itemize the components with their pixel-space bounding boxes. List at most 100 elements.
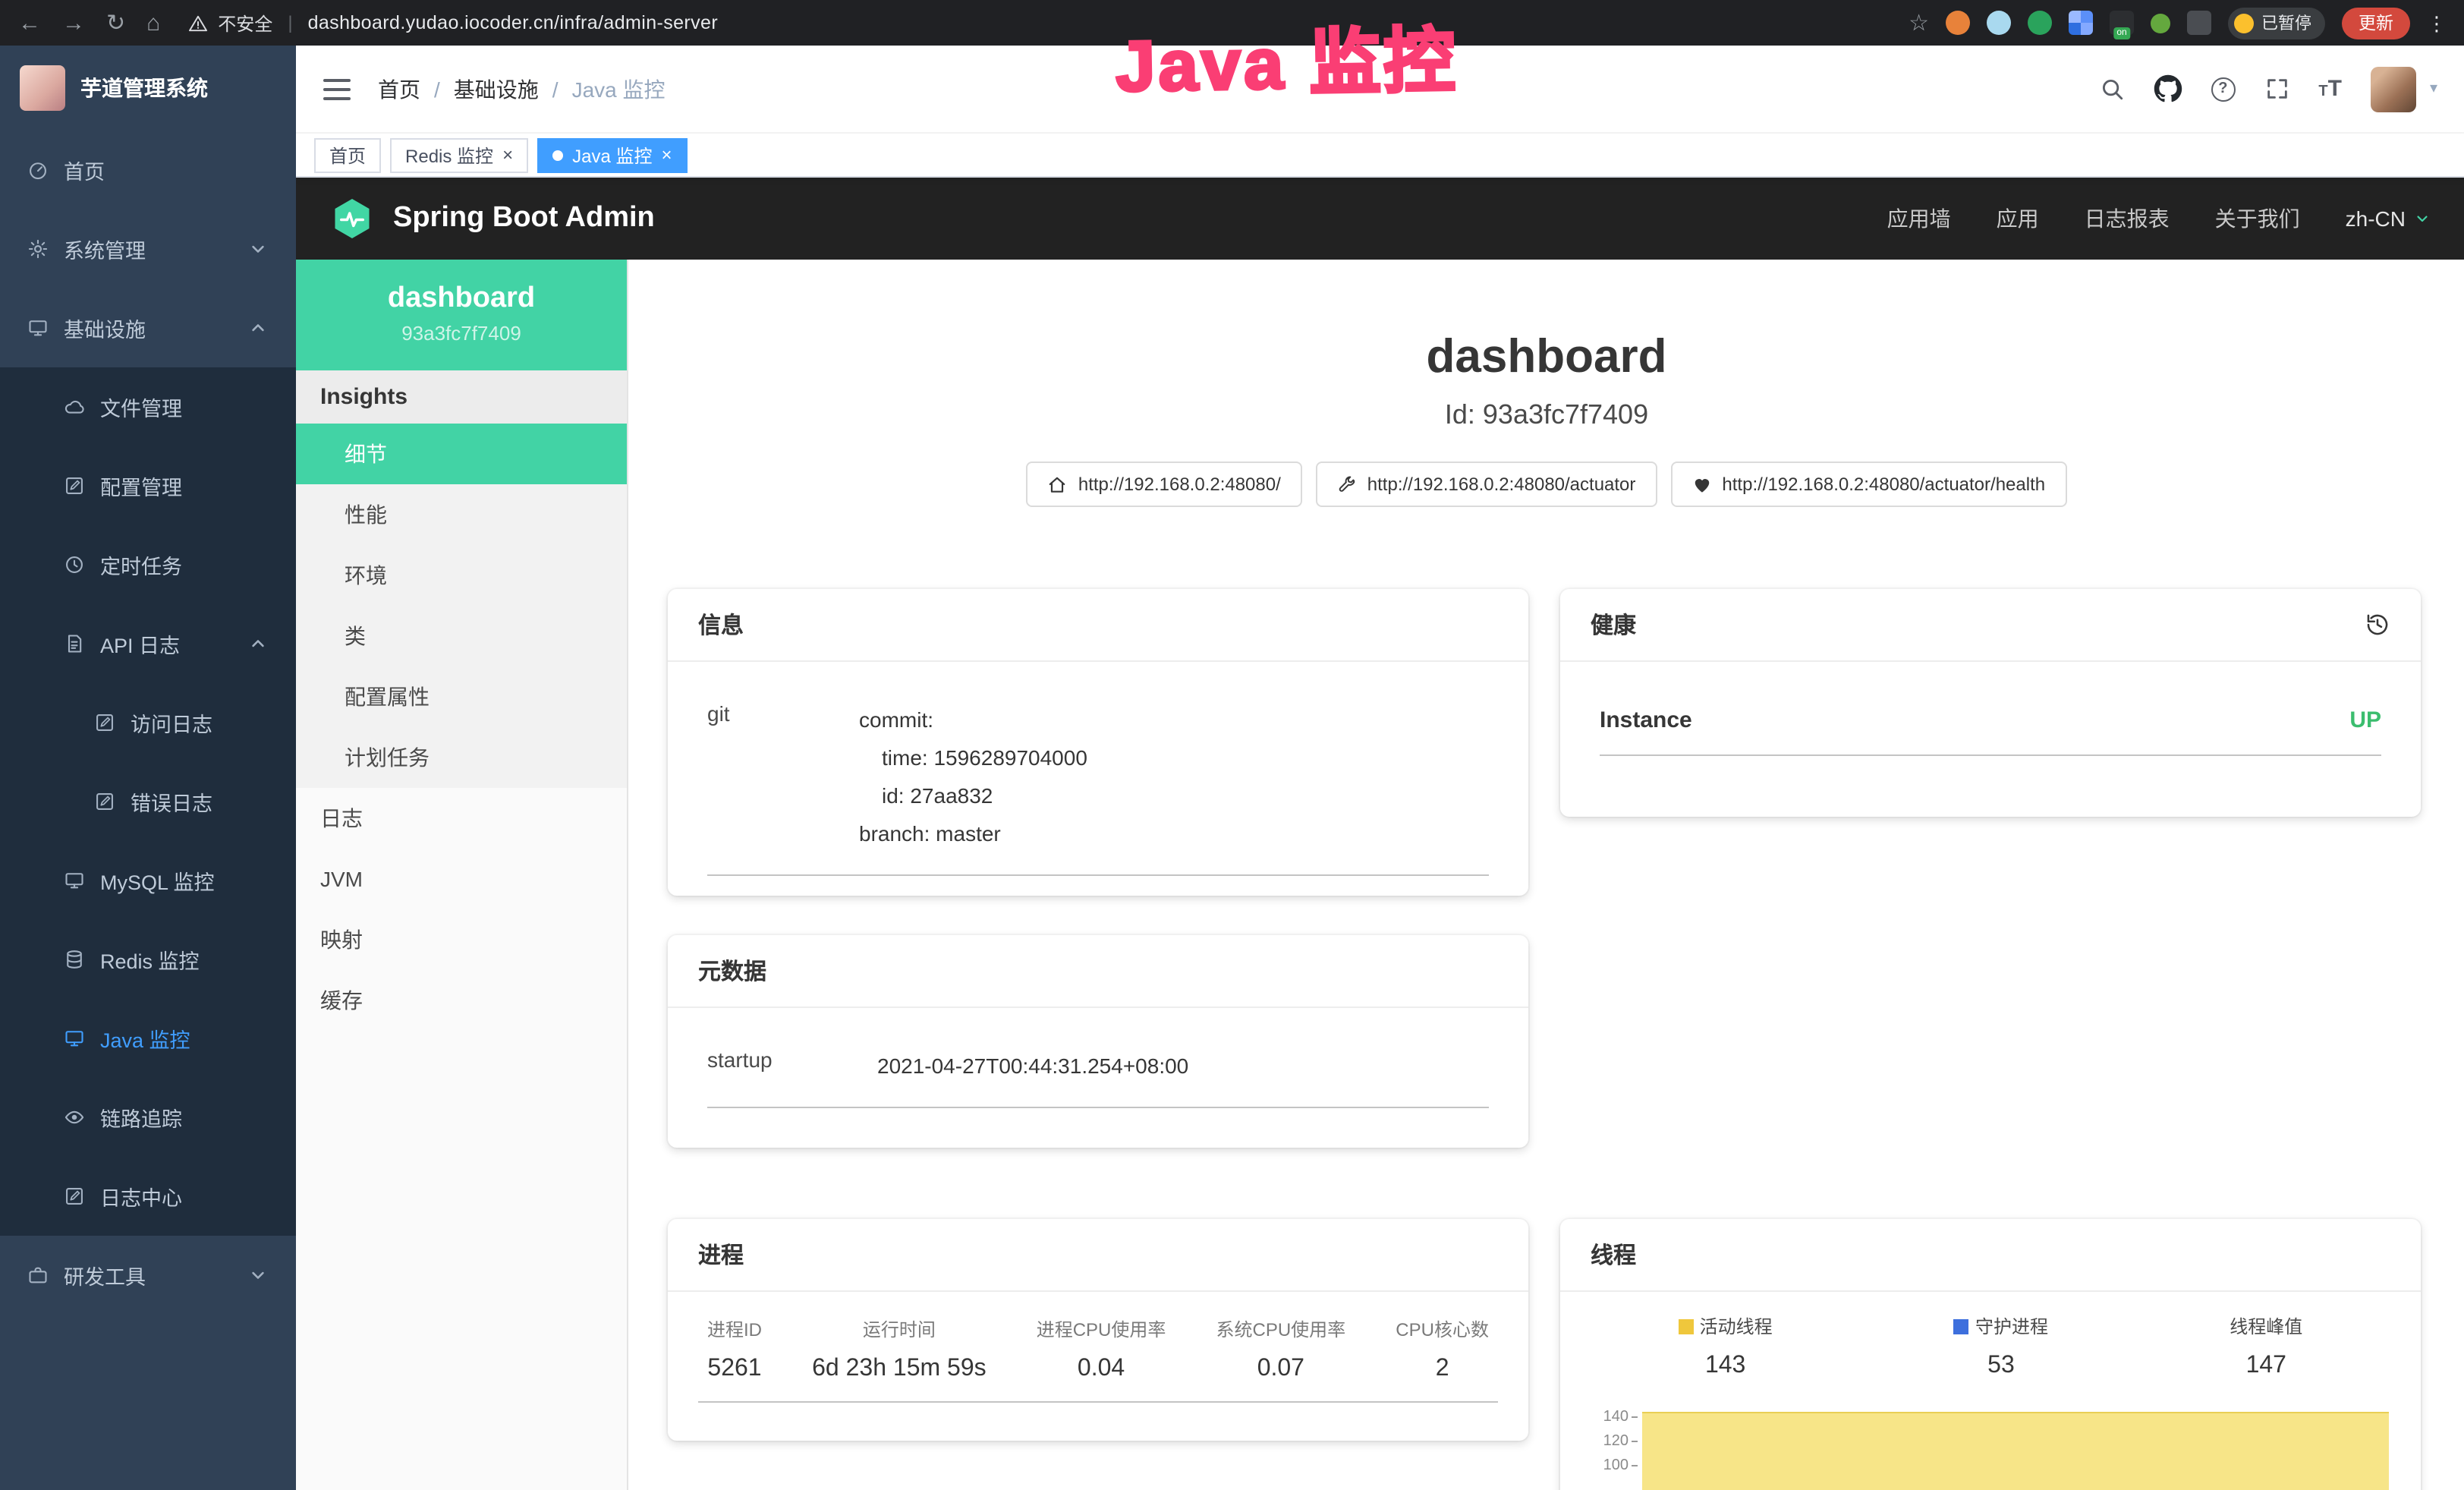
sidebar-item-infrastructure[interactable]: 基础设施 [0, 288, 296, 367]
sidebar-item-label: 配置管理 [100, 471, 182, 501]
sidebar-item-label: 研发工具 [64, 1260, 146, 1290]
menu-item-details[interactable]: 细节 [296, 424, 627, 484]
fullscreen-icon[interactable] [2264, 76, 2289, 102]
breadcrumb-infrastructure[interactable]: 基础设施 [454, 74, 539, 104]
extension-icon[interactable] [2151, 13, 2170, 33]
tab-java-monitor[interactable]: Java 监控 × [537, 137, 687, 172]
menu-item-scheduled-tasks[interactable]: 计划任务 [296, 727, 627, 788]
paused-badge[interactable]: 已暂停 [2228, 7, 2325, 39]
breadcrumb-home[interactable]: 首页 [378, 74, 420, 104]
browser-menu-icon[interactable]: ⋮ [2427, 13, 2447, 33]
sidebar-item-log-center[interactable]: 日志中心 [0, 1157, 296, 1236]
sidebar-item-file-mgmt[interactable]: 文件管理 [0, 367, 296, 446]
menu-item-mappings[interactable]: 映射 [296, 909, 627, 970]
reload-icon[interactable]: ↻ [106, 11, 125, 34]
back-icon[interactable]: ← [18, 11, 41, 34]
instance-url-button[interactable]: http://192.168.0.2:48080/ [1027, 461, 1302, 507]
address-separator: | [288, 12, 292, 33]
git-time-line: time: 1596289704000 [859, 739, 1489, 777]
threads-legend: 活动线程 143 守护进程 53 线程峰值 147 [1588, 1313, 2393, 1380]
actuator-url-button[interactable]: http://192.168.0.2:48080/actuator [1316, 461, 1657, 507]
legend-peak-threads: 线程峰值 147 [2230, 1313, 2302, 1380]
cloud-icon [64, 396, 85, 417]
health-url: http://192.168.0.2:48080/actuator/health [1722, 474, 2045, 495]
health-url-button[interactable]: http://192.168.0.2:48080/actuator/health [1670, 461, 2066, 507]
toolbox-icon [27, 1265, 49, 1286]
extension-grid-icon[interactable] [2069, 11, 2093, 35]
language-select[interactable]: zh-CN [2346, 206, 2431, 231]
app-logo-row[interactable]: 芋道管理系统 [0, 46, 296, 131]
y-tick: 120 [1603, 1432, 1629, 1449]
tab-redis-monitor[interactable]: Redis 监控 × [390, 137, 528, 172]
card-title: 元数据 [698, 955, 766, 987]
sidebar-item-mysql-monitor[interactable]: MySQL 监控 [0, 841, 296, 920]
card-title: 进程 [698, 1239, 744, 1271]
tab-label: Java 监控 [572, 142, 652, 168]
nav-wallboard[interactable]: 应用墙 [1887, 203, 1951, 234]
extension-on-badge: on [2113, 27, 2129, 39]
extension-icon[interactable] [2028, 11, 2052, 35]
user-avatar[interactable] [2371, 66, 2416, 112]
tab-home[interactable]: 首页 [314, 137, 381, 172]
nav-journal[interactable]: 日志报表 [2085, 203, 2170, 234]
threads-card: 线程 活动线程 143 守护进程 53 线 [1560, 1219, 2421, 1490]
sidebar-item-scheduled-job[interactable]: 定时任务 [0, 525, 296, 604]
sidebar-item-system-mgmt[interactable]: 系统管理 [0, 209, 296, 288]
instance-header[interactable]: dashboard 93a3fc7f7409 [296, 260, 627, 370]
sba-nav: 应用墙 应用 日志报表 关于我们 zh-CN [1887, 203, 2431, 234]
chart-y-axis: 140 120 100 [1588, 1404, 1642, 1490]
sidebar-item-java-monitor[interactable]: Java 监控 [0, 999, 296, 1078]
browser-home-icon[interactable]: ⌂ [146, 11, 160, 34]
tab-label: 首页 [329, 142, 366, 168]
sidebar-item-label: Java 监控 [100, 1023, 190, 1054]
chart-plot-area [1642, 1404, 2393, 1490]
menu-toggle-icon[interactable] [323, 78, 351, 99]
sidebar-item-home[interactable]: 首页 [0, 131, 296, 209]
instance-id: 93a3fc7f7409 [308, 322, 615, 345]
card-title: 线程 [1591, 1239, 1636, 1271]
extension-icon[interactable]: on [2110, 11, 2134, 35]
legend-label: 线程峰值 [2230, 1313, 2302, 1339]
font-size-icon[interactable]: TT [2318, 76, 2342, 102]
sidebar-item-label: 链路追踪 [100, 1102, 182, 1132]
tab-close-icon[interactable]: × [661, 146, 672, 164]
heart-icon [1691, 474, 1711, 494]
sidebar-item-redis-monitor[interactable]: Redis 监控 [0, 920, 296, 999]
sidebar-item-error-log[interactable]: 错误日志 [0, 762, 296, 841]
menu-item-environment[interactable]: 环境 [296, 545, 627, 606]
extension-icon[interactable] [1987, 11, 2011, 35]
menu-item-classes[interactable]: 类 [296, 606, 627, 666]
sidebar-item-access-log[interactable]: 访问日志 [0, 683, 296, 762]
bookmark-star-icon[interactable]: ☆ [1909, 11, 1929, 34]
update-button[interactable]: 更新 [2342, 7, 2410, 39]
active-threads-area [1642, 1412, 2389, 1490]
sidebar-item-dev-tools[interactable]: 研发工具 [0, 1236, 296, 1315]
sidebar-item-tracing[interactable]: 链路追踪 [0, 1078, 296, 1157]
sidebar-item-label: API 日志 [100, 628, 180, 659]
extension-icon[interactable] [1946, 11, 1970, 35]
menu-item-performance[interactable]: 性能 [296, 484, 627, 545]
github-icon[interactable] [2153, 74, 2182, 103]
nav-about[interactable]: 关于我们 [2215, 203, 2300, 234]
forward-icon[interactable]: → [62, 11, 85, 34]
address-bar[interactable]: 不安全 | dashboard.yudao.iocoder.cn/infra/a… [187, 10, 718, 36]
legend-active-threads: 活动线程 143 [1679, 1313, 1773, 1380]
sidebar-item-api-log[interactable]: API 日志 [0, 604, 296, 683]
stat-label: 运行时间 [812, 1316, 987, 1342]
stat-pid: 进程ID 5261 [707, 1316, 762, 1383]
extension-puzzle-icon[interactable] [2187, 11, 2211, 35]
menu-item-config-props[interactable]: 配置属性 [296, 666, 627, 727]
nav-applications[interactable]: 应用 [1997, 203, 2039, 234]
menu-item-jvm[interactable]: JVM [296, 849, 627, 909]
tab-close-icon[interactable]: × [502, 146, 513, 164]
help-icon[interactable]: ? [2211, 77, 2235, 101]
menu-item-logs[interactable]: 日志 [296, 788, 627, 849]
info-card: 信息 git commit: time: 1596289704000 id: 2… [668, 589, 1528, 896]
stat-label: 进程ID [707, 1316, 762, 1342]
instance-id-line: Id: 93a3fc7f7409 [628, 399, 2464, 431]
menu-item-caches[interactable]: 缓存 [296, 970, 627, 1031]
search-icon[interactable] [2098, 76, 2124, 102]
user-menu-caret-icon[interactable]: ▾ [2430, 80, 2437, 97]
history-icon[interactable] [2365, 612, 2390, 638]
sidebar-item-config-mgmt[interactable]: 配置管理 [0, 446, 296, 525]
